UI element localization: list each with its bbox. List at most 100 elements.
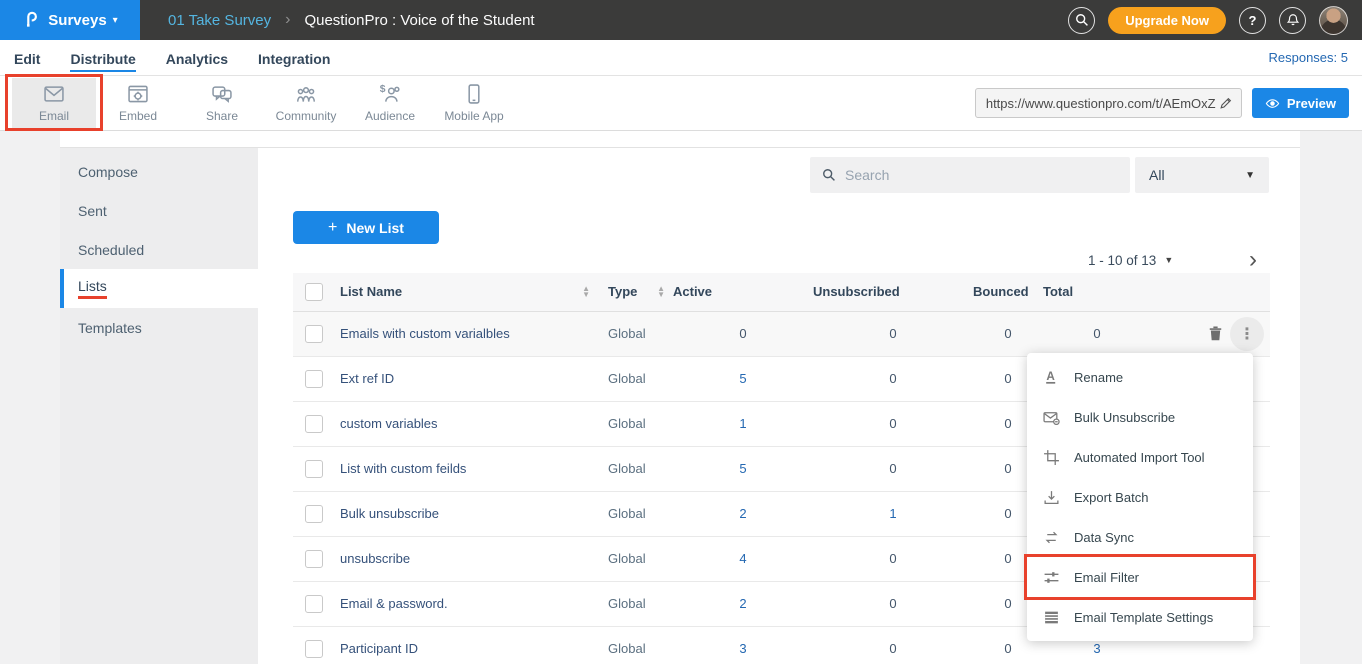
more-options-kebab-icon[interactable]: ⋮ — [1230, 317, 1264, 351]
sidebar-item-lists[interactable]: Lists — [60, 269, 258, 308]
sidebar-item-label: Compose — [78, 164, 138, 180]
list-name-link[interactable]: Email & password. — [340, 596, 448, 611]
bounced-count: 0 — [1004, 551, 1011, 566]
filter-value: All — [1149, 167, 1165, 183]
menu-item-automated-import-tool[interactable]: Automated Import Tool — [1027, 437, 1253, 477]
menu-item-rename[interactable]: ARename — [1027, 357, 1253, 397]
help-icon[interactable]: ? — [1239, 7, 1266, 34]
bounced-count: 0 — [1004, 371, 1011, 386]
list-name-link[interactable]: unsubscribe — [340, 551, 410, 566]
channel-tab-email[interactable]: Email — [12, 78, 96, 128]
menu-item-data-sync[interactable]: Data Sync — [1027, 517, 1253, 557]
pagination-range-dropdown[interactable]: 1 - 10 of 13 ▼ — [1088, 253, 1173, 268]
row-checkbox[interactable] — [305, 550, 323, 568]
list-type: Global — [608, 551, 646, 566]
row-checkbox[interactable] — [305, 325, 323, 343]
row-checkbox[interactable] — [305, 460, 323, 478]
menu-item-label: Data Sync — [1074, 530, 1134, 545]
list-name-link[interactable]: Ext ref ID — [340, 371, 394, 386]
sidebar-item-scheduled[interactable]: Scheduled — [60, 230, 258, 269]
search-icon[interactable] — [1068, 7, 1095, 34]
channel-tab-mobile-app[interactable]: Mobile App — [432, 78, 516, 128]
delete-trash-icon[interactable] — [1207, 325, 1224, 342]
menu-item-bulk-unsubscribe[interactable]: Bulk Unsubscribe — [1027, 397, 1253, 437]
row-checkbox[interactable] — [305, 415, 323, 433]
row-checkbox[interactable] — [305, 640, 323, 658]
row-context-menu: ARenameBulk UnsubscribeAutomated Import … — [1027, 353, 1253, 641]
table-row: Emails with custom varialblesGlobal0000⋮ — [293, 311, 1270, 356]
channel-tab-share[interactable]: Share — [180, 78, 264, 128]
active-count[interactable]: 4 — [739, 551, 746, 566]
menu-item-email-template-settings[interactable]: Email Template Settings — [1027, 597, 1253, 637]
select-all-checkbox[interactable] — [305, 283, 323, 301]
row-checkbox[interactable] — [305, 370, 323, 388]
sidebar-item-sent[interactable]: Sent — [60, 191, 258, 230]
active-count[interactable]: 3 — [739, 641, 746, 656]
sort-icon[interactable]: ▲▼ — [657, 286, 665, 298]
survey-url-field[interactable] — [975, 88, 1242, 118]
active-count[interactable]: 5 — [739, 461, 746, 476]
chevron-down-icon: ▾ — [113, 15, 118, 26]
list-name-link[interactable]: Emails with custom varialbles — [340, 326, 510, 341]
list-name-link[interactable]: Bulk unsubscribe — [340, 506, 439, 521]
bulk-unsubscribe-icon — [1043, 409, 1060, 426]
search-input[interactable] — [845, 167, 1118, 183]
unsubscribed-count[interactable]: 1 — [889, 506, 896, 521]
notifications-bell-icon[interactable] — [1279, 7, 1306, 34]
active-count[interactable]: 5 — [739, 371, 746, 386]
menu-item-export-batch[interactable]: Export Batch — [1027, 477, 1253, 517]
menu-item-label: Export Batch — [1074, 490, 1148, 505]
share-icon — [211, 83, 233, 105]
survey-url-input[interactable] — [986, 96, 1219, 111]
channel-tab-community[interactable]: Community — [264, 78, 348, 128]
sidebar-item-templates[interactable]: Templates — [60, 308, 258, 347]
active-count[interactable]: 1 — [739, 416, 746, 431]
content-panel: Compose SentScheduledListsTemplates All ▼… — [60, 131, 1300, 664]
unsubscribed-count: 0 — [889, 641, 896, 656]
list-name-link[interactable]: List with custom feilds — [340, 461, 466, 476]
list-type: Global — [608, 641, 646, 656]
menu-item-email-filter[interactable]: Email Filter — [1027, 557, 1253, 597]
brand-surveys-menu[interactable]: Surveys ▾ — [0, 0, 140, 40]
breadcrumb-survey-link[interactable]: 01 Take Survey — [168, 12, 271, 29]
list-name-link[interactable]: custom variables — [340, 416, 438, 431]
audience-icon: $ — [379, 83, 401, 105]
search-field[interactable] — [810, 157, 1130, 193]
sort-icon[interactable]: ▲▼ — [582, 286, 590, 298]
new-list-button[interactable]: + New List — [293, 211, 439, 244]
preview-button[interactable]: Preview — [1252, 88, 1349, 118]
upgrade-now-button[interactable]: Upgrade Now — [1108, 7, 1226, 34]
active-count: 0 — [739, 326, 746, 341]
row-checkbox[interactable] — [305, 505, 323, 523]
active-count[interactable]: 2 — [739, 506, 746, 521]
active-count[interactable]: 2 — [739, 596, 746, 611]
sidebar-item-compose[interactable]: Compose — [60, 152, 258, 191]
edit-url-pencil-icon[interactable] — [1219, 96, 1233, 110]
template-settings-icon — [1043, 609, 1060, 626]
channel-tab-audience[interactable]: $Audience — [348, 78, 432, 128]
list-name-link[interactable]: Participant ID — [340, 641, 418, 656]
list-type: Global — [608, 596, 646, 611]
responses-count[interactable]: Responses: 5 — [1269, 50, 1349, 65]
menu-item-label: Rename — [1074, 370, 1123, 385]
column-unsubscribed: Unsubscribed — [813, 273, 973, 311]
row-checkbox[interactable] — [305, 595, 323, 613]
breadcrumb: 01 Take Survey › QuestionPro : Voice of … — [168, 11, 535, 29]
mobile-app-icon — [463, 83, 485, 105]
total-count[interactable]: 3 — [1093, 641, 1100, 656]
bounced-count: 0 — [1004, 461, 1011, 476]
nav-tab-integration[interactable]: Integration — [258, 43, 330, 72]
nav-tab-edit[interactable]: Edit — [14, 43, 40, 72]
channel-tab-embed[interactable]: Embed — [96, 78, 180, 128]
row-actions: ⋮ — [1151, 317, 1270, 351]
nav-tab-distribute[interactable]: Distribute — [70, 43, 135, 72]
import-tool-icon — [1043, 449, 1060, 466]
user-avatar[interactable] — [1319, 6, 1348, 35]
nav-tab-analytics[interactable]: Analytics — [166, 43, 228, 72]
column-list-name: List Name — [340, 284, 402, 299]
next-page-icon[interactable]: › — [1249, 250, 1269, 270]
filter-dropdown[interactable]: All ▼ — [1135, 157, 1269, 193]
email-filter-icon — [1043, 569, 1060, 586]
community-icon — [295, 83, 317, 105]
lists-main: All ▼ + New List 1 - 10 of 13 ▼ › — [258, 148, 1300, 664]
